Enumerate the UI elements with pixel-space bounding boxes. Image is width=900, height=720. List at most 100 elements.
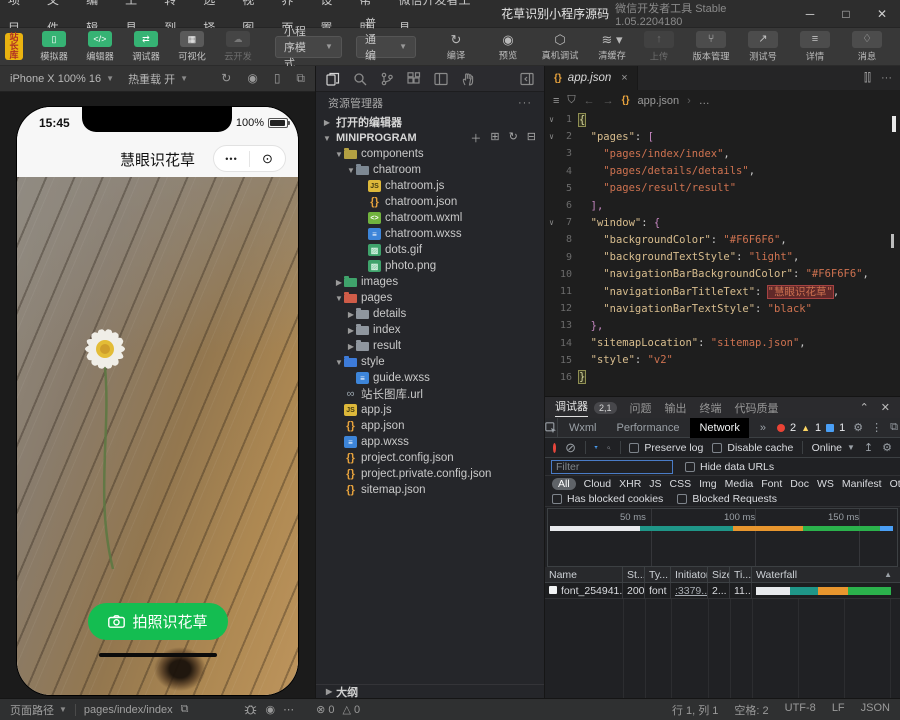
tree-item-components[interactable]: ▼components (316, 146, 544, 162)
tab-terminal[interactable]: 终端 (700, 400, 722, 416)
tree-item-pages[interactable]: ▼pages (316, 290, 544, 306)
tab-problems[interactable]: 问题 (630, 400, 652, 416)
fold-chevron-icon[interactable]: ∨ (545, 115, 558, 124)
copy-path-icon[interactable]: ⧉ (181, 703, 189, 716)
column-header-St...[interactable]: St... (623, 567, 645, 583)
tab-wxml[interactable]: Wxml (560, 418, 606, 438)
collapse-folders-icon[interactable]: ⊟ (527, 130, 536, 146)
breadcrumb-file[interactable]: app.json (637, 95, 679, 107)
info-count-icon[interactable] (826, 424, 834, 432)
bug-icon[interactable] (244, 704, 257, 715)
devtools-settings-icon[interactable]: ⚙ (853, 421, 863, 434)
warning-count-icon[interactable]: ▲ (801, 423, 810, 433)
tree-item-dots.gif[interactable]: ▨dots.gif (316, 242, 544, 258)
network-request-row[interactable]: font_254941... 200 font :3379... 2... 11… (545, 583, 900, 599)
network-overview-timeline[interactable]: 50 ms 100 ms 150 ms (547, 508, 898, 567)
code-editor[interactable]: ∨1{∨2 "pages": [3 "pages/index/index",4 … (545, 111, 900, 396)
tree-item-images[interactable]: ▶images (316, 274, 544, 290)
button-版本管理[interactable]: ⑂版本管理 (688, 31, 734, 63)
device-frame-icon[interactable]: ▯ (274, 71, 281, 86)
preserve-log-checkbox[interactable]: Preserve log (629, 442, 703, 454)
import-har-icon[interactable]: ↥ (864, 441, 873, 454)
page-path-dropdown[interactable]: 页面路径 ▼ (10, 702, 67, 718)
tool-编辑器[interactable]: </>编辑器 (77, 31, 123, 63)
disable-cache-checkbox[interactable]: Disable cache (712, 442, 793, 454)
filter-chip-Other[interactable]: Other (890, 478, 900, 490)
maximize-button[interactable]: □ (828, 0, 864, 28)
tool-可视化[interactable]: ▦可视化 (169, 31, 215, 63)
new-file-icon[interactable]: ＋ (470, 130, 481, 146)
tab-output[interactable]: 输出 (665, 400, 687, 416)
hide-data-urls-checkbox[interactable]: Hide data URLs (685, 461, 774, 473)
action-编译[interactable]: ↻编译 (432, 32, 480, 62)
tab-appjson[interactable]: {} app.json × (545, 66, 638, 90)
tab-performance[interactable]: Performance (608, 418, 689, 438)
filter-chip-Media[interactable]: Media (725, 478, 754, 490)
clear-network-icon[interactable]: ⊘ (565, 440, 576, 456)
new-folder-icon[interactable]: ⊞ (490, 130, 499, 146)
search-network-icon[interactable] (607, 442, 611, 454)
tool-模拟器[interactable]: ▯模拟器 (31, 31, 77, 63)
tool-调试器[interactable]: ⇄调试器 (123, 31, 169, 63)
filter-chip-XHR[interactable]: XHR (619, 478, 641, 490)
column-header-Size[interactable]: Size (708, 567, 730, 583)
column-header-Ti...[interactable]: Ti... (730, 567, 752, 583)
eye-icon[interactable]: ◉ (265, 703, 275, 716)
filter-chip-Cloud[interactable]: Cloud (584, 478, 611, 490)
filter-chip-CSS[interactable]: CSS (670, 478, 692, 490)
network-filter-input[interactable] (551, 460, 673, 474)
network-settings-icon[interactable]: ⚙ (882, 441, 892, 454)
multi-window-icon[interactable]: ⧉ (296, 71, 305, 86)
hand-tool-icon[interactable] (461, 72, 475, 86)
tree-root[interactable]: ▼MINIPROGRAM＋⊞↻⊟ (316, 130, 544, 146)
throttling-dropdown[interactable]: Online▼ (812, 442, 855, 454)
tree-item-chatroom.wxml[interactable]: <>chatroom.wxml (316, 210, 544, 226)
sort-arrow-icon[interactable]: ▲ (884, 567, 892, 583)
blocked-requests-checkbox[interactable]: Blocked Requests (677, 493, 777, 505)
column-header-Ty...[interactable]: Ty... (645, 567, 671, 583)
tree-item-guide.wxss[interactable]: ≡guide.wxss (316, 370, 544, 386)
more-menu-button[interactable]: ••• (214, 154, 249, 164)
tree-item-chatroom.json[interactable]: {}chatroom.json (316, 194, 544, 210)
status-item-2[interactable]: UTF-8 (785, 702, 816, 718)
close-panel-icon[interactable]: ✕ (881, 401, 890, 414)
button-消息[interactable]: ♢消息 (844, 31, 890, 63)
take-photo-button[interactable]: 拍照识花草 (87, 603, 227, 640)
warnings-status[interactable]: △ 0 (342, 703, 360, 716)
devtools-menu-icon[interactable]: ⋮ (871, 421, 882, 434)
filter-funnel-icon[interactable] (594, 442, 598, 453)
forward-icon[interactable]: → (603, 95, 614, 107)
error-count-icon[interactable] (777, 424, 785, 432)
status-item-1[interactable]: 空格: 2 (734, 702, 768, 718)
collapse-panel-icon[interactable]: ⌃ (860, 401, 869, 414)
filter-chip-JS[interactable]: JS (649, 478, 661, 490)
filter-chip-Manifest[interactable]: Manifest (842, 478, 882, 490)
source-control-icon[interactable] (380, 72, 394, 86)
errors-status[interactable]: ⊗ 0 (316, 703, 334, 716)
compile-dropdown[interactable]: 普通编译▼ (356, 36, 416, 58)
breadcrumb-more[interactable]: … (699, 95, 710, 107)
extensions-icon[interactable] (407, 72, 421, 86)
menu-icon[interactable]: ≡ (553, 95, 559, 107)
explorer-more-icon[interactable]: ··· (518, 97, 532, 109)
collapse-sidebar-icon[interactable] (520, 72, 534, 86)
filter-chip-WS[interactable]: WS (817, 478, 834, 490)
editor-layout-icon[interactable] (434, 72, 448, 86)
tree-item-photo.png[interactable]: ▨photo.png (316, 258, 544, 274)
close-button[interactable]: ✕ (864, 0, 900, 28)
tree-item-index[interactable]: ▶index (316, 322, 544, 338)
tab-network[interactable]: Network (690, 418, 748, 438)
tab-code-quality[interactable]: 代码质量 (735, 400, 779, 416)
fold-chevron-icon[interactable]: ∨ (545, 132, 558, 141)
tree-item-project.config.json[interactable]: {}project.config.json (316, 450, 544, 466)
editor-more-icon[interactable]: ··· (881, 72, 892, 85)
has-blocked-cookies-checkbox[interactable]: Has blocked cookies (552, 493, 663, 505)
column-header-Waterfall[interactable]: Waterfall▲ (752, 567, 900, 583)
device-dropdown[interactable]: iPhone X 100% 16▼ (10, 73, 114, 85)
more-icon[interactable]: ⋯ (283, 703, 294, 716)
search-icon[interactable] (353, 72, 367, 86)
tree-item-app.json[interactable]: {}app.json (316, 418, 544, 434)
initiator-link[interactable]: :3379... (675, 585, 708, 597)
split-editor-icon[interactable]: ⫿⫿ (864, 72, 871, 85)
tree-item-details[interactable]: ▶details (316, 306, 544, 322)
